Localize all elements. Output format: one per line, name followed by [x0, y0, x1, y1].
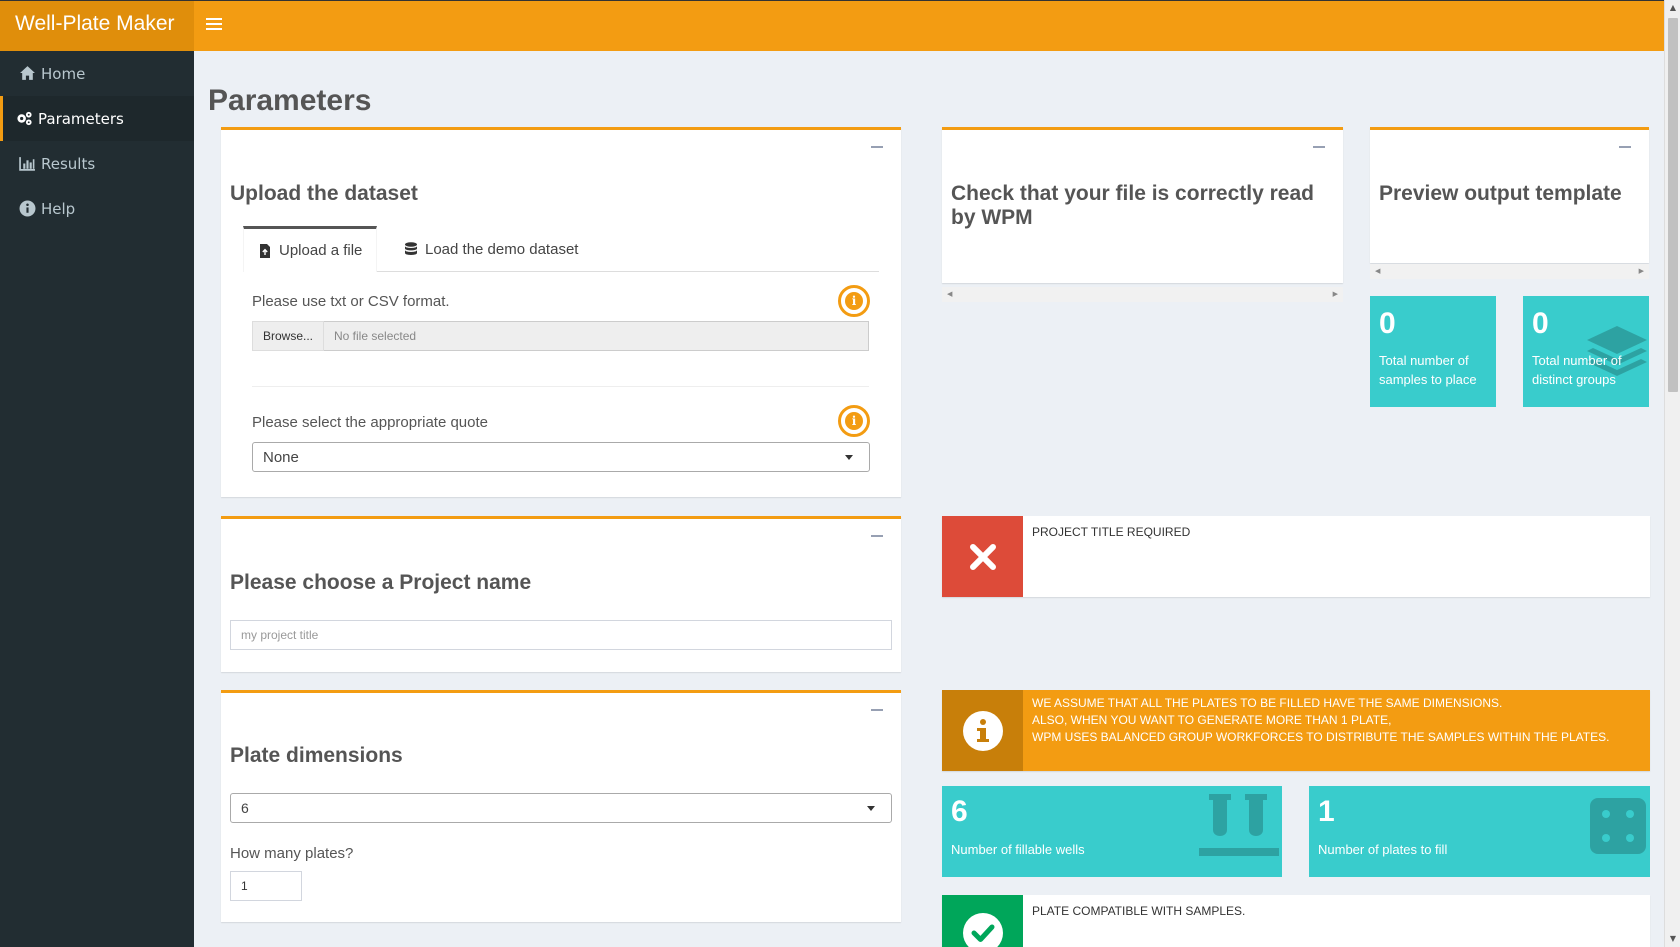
quote-select[interactable]: None [252, 442, 870, 472]
error-icon-area [942, 516, 1023, 597]
box-title: Upload the dataset [230, 182, 418, 205]
sidebar-item-help[interactable]: Help [0, 186, 194, 231]
info-circle-icon [19, 200, 39, 217]
plate-compatibility-text: PLATE COMPATIBLE WITH SAMPLES. [1032, 904, 1246, 918]
test-tubes-icon [1199, 794, 1279, 856]
sidebar-item-label: Results [41, 154, 96, 173]
scroll-thumb[interactable] [1668, 18, 1678, 392]
file-name-field[interactable]: No file selected [324, 321, 869, 351]
close-icon [969, 543, 996, 570]
preview-template-box: Preview output template ◀ ▶ [1370, 127, 1649, 279]
horizontal-scrollbar[interactable]: ◀ ▶ [942, 287, 1343, 302]
divider [252, 386, 869, 387]
plate-dimensions-box: Plate dimensions 6 How many plates? 1 [221, 690, 901, 922]
dice-dots-icon [1602, 810, 1634, 842]
file-upload-icon [260, 243, 270, 258]
groups-count-box: 0 Total number of distinct groups [1523, 296, 1649, 407]
format-info-button[interactable]: i [838, 285, 870, 317]
collapse-button[interactable] [1313, 140, 1325, 152]
sidebar-item-home[interactable]: Home [0, 51, 194, 96]
box-title: Please choose a Project name [230, 571, 532, 594]
collapse-button[interactable] [871, 703, 883, 715]
samples-count-caption: Total number of samples to place [1379, 353, 1477, 387]
file-input[interactable]: Browse... No file selected [252, 321, 869, 351]
sidebar-item-label: Home [41, 64, 86, 83]
collapse-button[interactable] [871, 529, 883, 541]
info-icon-area [942, 690, 1023, 771]
plate-notice-text: WE ASSUME THAT ALL THE PLATES TO BE FILL… [1032, 696, 1610, 744]
box-title: Plate dimensions [230, 744, 403, 767]
groups-count-caption: Total number of distinct groups [1532, 353, 1622, 387]
project-status-text: PROJECT TITLE REQUIRED [1032, 525, 1191, 539]
groups-count-value: 0 [1532, 307, 1549, 340]
success-icon-area [942, 895, 1023, 947]
fillable-wells-caption: Number of fillable wells [951, 842, 1085, 857]
collapse-button[interactable] [871, 140, 883, 152]
top-navbar: Well-Plate Maker [0, 0, 1664, 51]
check-file-box: Check that your file is correctly read b… [942, 127, 1343, 302]
check-circle-icon [962, 913, 1003, 947]
plates-to-fill-caption: Number of plates to fill [1318, 842, 1448, 857]
fillable-wells-value: 6 [951, 795, 968, 828]
sidebar: Home Parameters Results Help [0, 51, 194, 947]
database-icon [405, 242, 417, 255]
app-logo[interactable]: Well-Plate Maker [0, 1, 194, 51]
sidebar-item-results[interactable]: Results [0, 141, 194, 186]
plate-count-label: How many plates? [230, 845, 354, 862]
horizontal-scrollbar[interactable]: ◀ ▶ [1370, 264, 1649, 279]
quote-label: Please select the appropriate quote [252, 414, 488, 431]
info-icon: i [845, 292, 863, 310]
plates-to-fill-value: 1 [1318, 795, 1335, 828]
samples-count-value: 0 [1379, 307, 1396, 340]
page-scrollbar[interactable]: ▲ ▼ [1664, 0, 1680, 947]
plate-notice-box: WE ASSUME THAT ALL THE PLATES TO BE FILL… [942, 690, 1650, 771]
scroll-up-arrow-icon[interactable]: ▲ [1665, 0, 1680, 16]
plate-count-input[interactable]: 1 [230, 871, 302, 901]
plate-dimension-select[interactable]: 6 [230, 793, 892, 823]
sidebar-item-label: Help [41, 199, 76, 218]
plates-to-fill-box: 1 Number of plates to fill [1309, 786, 1650, 877]
cogs-icon [16, 110, 36, 127]
upload-tabs: Upload a file Load the demo dataset [243, 226, 879, 272]
sidebar-item-parameters[interactable]: Parameters [0, 96, 194, 141]
box-title: Preview output template [1379, 182, 1622, 205]
project-name-box: Please choose a Project name my project … [221, 516, 901, 672]
box-title: Check that your file is correctly read b… [951, 182, 1314, 229]
tab-label: Upload a file [279, 242, 363, 259]
project-title-input[interactable]: my project title [230, 620, 892, 650]
info-icon: i [845, 412, 863, 430]
samples-count-box: 0 Total number of samples to place [1370, 296, 1496, 407]
project-status-box: PROJECT TITLE REQUIRED [942, 516, 1650, 597]
tab-label: Load the demo dataset [425, 240, 579, 258]
format-hint: Please use txt or CSV format. [252, 293, 450, 310]
sidebar-item-label: Parameters [38, 109, 124, 128]
sidebar-toggle-icon[interactable] [206, 18, 222, 34]
quote-info-button[interactable]: i [838, 405, 870, 437]
fillable-wells-box: 6 Number of fillable wells [942, 786, 1282, 877]
home-icon [19, 65, 39, 82]
scroll-down-arrow-icon[interactable]: ▼ [1665, 931, 1680, 947]
collapse-button[interactable] [1619, 140, 1631, 152]
bar-chart-icon [19, 155, 39, 172]
tab-load-demo[interactable]: Load the demo dataset [390, 226, 592, 272]
upload-dataset-box: Upload the dataset Upload a file Load th… [221, 127, 901, 497]
browse-button[interactable]: Browse... [252, 321, 324, 351]
page-title: Parameters [208, 84, 372, 117]
info-circle-icon [962, 710, 1003, 751]
tab-upload-file[interactable]: Upload a file [243, 226, 378, 272]
plate-compatibility-box: PLATE COMPATIBLE WITH SAMPLES. [942, 895, 1650, 947]
